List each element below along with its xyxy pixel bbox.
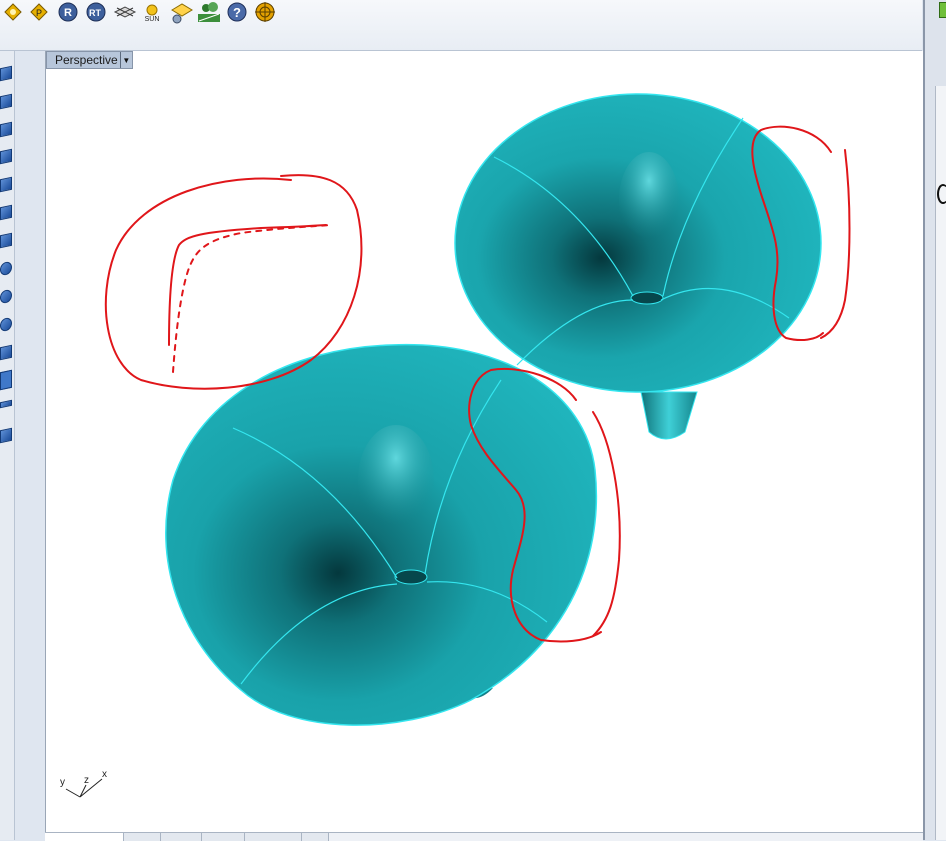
material-icon[interactable] [168,0,194,24]
box-tool-icon[interactable] [0,121,12,138]
pipe-icon[interactable] [0,344,12,361]
annotation-curve-solid [168,224,327,346]
annotation-right-bracket-top [820,149,851,339]
raytrace-label: RT [89,8,101,18]
light-icon[interactable] [113,0,137,24]
raytrace-icon[interactable]: RT [85,0,107,24]
solid-box-icon[interactable] [0,148,12,165]
pyramid-icon[interactable] [0,232,12,249]
help-icon[interactable]: ? [226,0,248,24]
sphere-icon[interactable] [0,260,12,277]
transform-icon[interactable] [0,427,12,444]
ellipsoid-icon[interactable] [0,288,12,305]
help-label: ? [233,5,241,20]
sun-label: SUN [144,15,160,23]
separator-icon [0,399,12,409]
axis-z-label: z [84,775,89,786]
right-side-panel [923,0,946,840]
bottom-funnel-surface[interactable] [165,343,598,726]
rhino-render-icon[interactable]: R [57,0,79,24]
render-toolbar: P R RT SUN ? [0,0,922,51]
edit-points-icon[interactable] [0,93,12,110]
target-icon[interactable] [254,0,276,24]
annotation-curve-dashed [172,224,332,373]
viewport-menu-dropdown-icon[interactable]: ▼ [119,52,132,68]
left-toolbar [0,51,15,840]
svg-text:P: P [36,8,42,18]
model-scene [104,93,851,726]
axis-x-label: x [102,769,107,780]
surface-tool-icon[interactable] [0,65,12,82]
torus-icon[interactable] [0,316,12,333]
viewport-title-tab[interactable]: Perspective ▼ [46,51,133,69]
panel-clipped-glyph [937,184,946,204]
solid-tools-icon[interactable] [0,369,12,391]
axis-indicator: y z x [58,767,118,807]
render-preview-icon[interactable]: P [29,0,51,24]
render-icon[interactable] [3,0,23,24]
axis-y-label: y [60,777,65,788]
cylinder-icon[interactable] [0,176,12,193]
annotation-right-bracket-bottom [592,411,621,637]
panel-tab-icon[interactable] [939,2,946,18]
rhino-render-label: R [64,7,72,19]
viewport-title: Perspective [55,53,118,67]
environment-icon[interactable] [196,0,222,24]
sun-icon[interactable]: SUN [141,0,163,26]
cone-icon[interactable] [0,204,12,221]
perspective-viewport[interactable]: Perspective ▼ y z x [45,51,924,840]
